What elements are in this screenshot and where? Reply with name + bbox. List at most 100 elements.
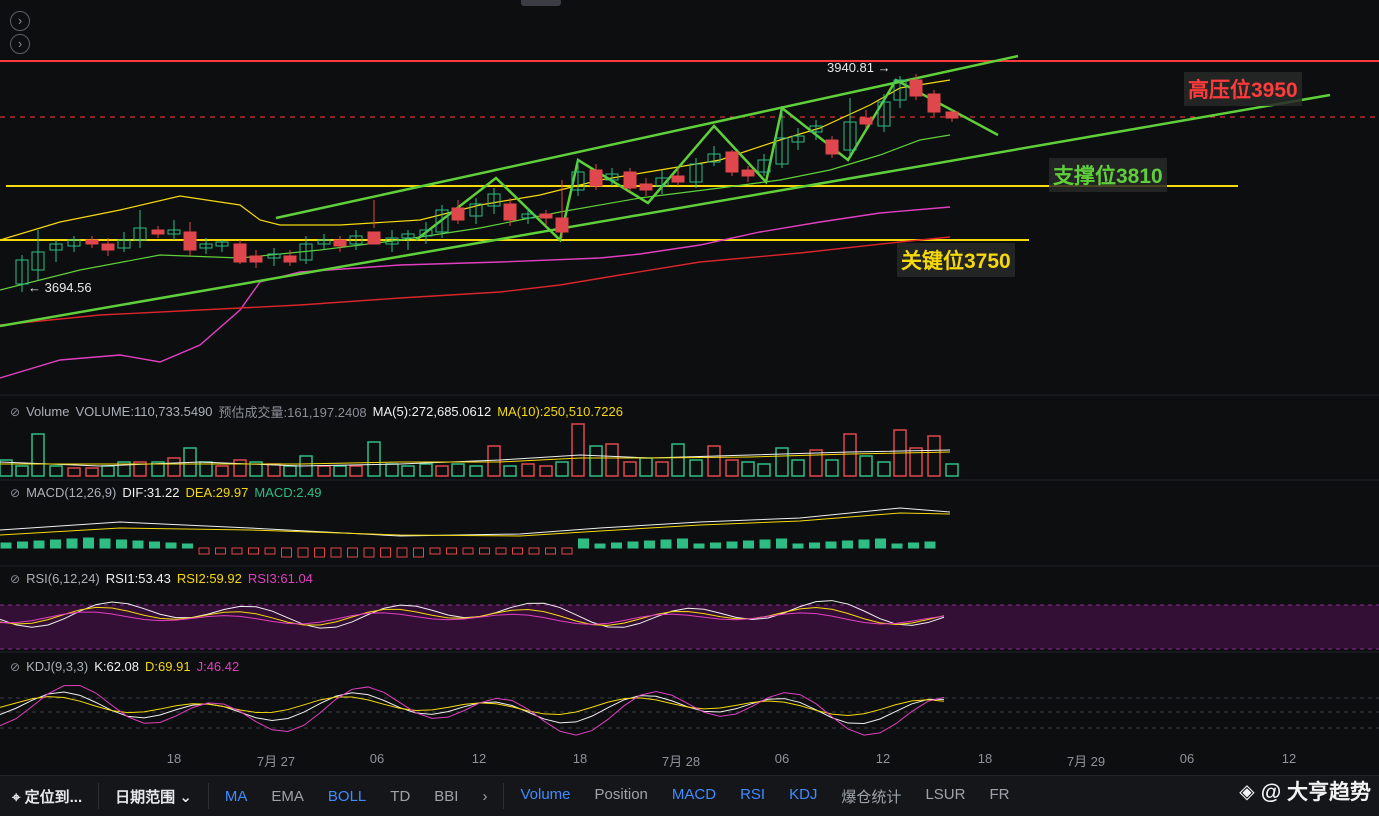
macd-bar	[446, 547, 457, 555]
time-tick: 18	[572, 751, 588, 766]
volume-bar	[333, 465, 347, 477]
macd-bar	[561, 547, 573, 555]
indicator-tab-3[interactable]: RSI	[728, 786, 777, 807]
macd-bar	[132, 540, 144, 549]
indicator-tab-2[interactable]: MACD	[660, 786, 728, 807]
volume-bar	[825, 459, 839, 477]
candle-body	[503, 203, 517, 221]
macd-bar	[215, 547, 226, 555]
volume-bar	[775, 447, 789, 477]
ma-long	[0, 236, 951, 326]
indicator-tabs: Volume Position MACD RSI KDJ 爆仓统计 LSUR FR	[508, 786, 1021, 807]
volume-bar	[671, 443, 685, 477]
locate-button[interactable]: ⌖ 定位到...	[0, 786, 94, 807]
indicator-tab-6[interactable]: LSUR	[913, 786, 977, 807]
macd-bar	[314, 547, 325, 558]
bell-icon[interactable]: ⊘	[10, 486, 20, 500]
macd-bar	[743, 540, 754, 549]
macd-dif	[0, 507, 951, 537]
candle-body	[85, 239, 99, 245]
volume-title: Volume	[26, 404, 70, 419]
macd-bar	[149, 541, 160, 549]
macd-bar	[347, 547, 358, 558]
volume-header: ⊘ Volume VOLUME:110,733.5490 预估成交量:161,1…	[10, 402, 623, 421]
volume-bar	[101, 465, 115, 477]
volume-bar	[451, 463, 465, 477]
volume-bar	[85, 467, 99, 477]
macd-bar	[594, 543, 606, 549]
macd-bar	[248, 547, 259, 555]
volume-bar	[809, 449, 823, 477]
macd-bar	[858, 539, 870, 549]
candle-body	[639, 183, 653, 191]
rsi-header: ⊘ RSI(6,12,24) RSI1:53.43 RSI2:59.92 RSI…	[10, 571, 313, 586]
indicator-tab-7[interactable]: FR	[977, 786, 1021, 807]
time-tick: 12	[875, 751, 891, 766]
volume-bar	[605, 443, 619, 477]
macd-bar	[875, 538, 886, 549]
macd-dea	[0, 512, 951, 537]
chevron-right-circle-icon[interactable]: ›	[10, 34, 30, 54]
time-tick: 12	[1281, 751, 1297, 766]
volume-bar	[215, 465, 229, 477]
volume-bar	[317, 465, 331, 477]
macd-bar	[99, 538, 111, 549]
macd-bar	[66, 538, 78, 549]
macd-bar	[842, 540, 853, 549]
overlay-tab-bbi[interactable]: BBI	[422, 788, 470, 805]
macd-bar	[33, 540, 45, 549]
high-price-label: 3940.81 →	[827, 60, 891, 75]
panel-drag-handle[interactable]	[521, 0, 561, 6]
zigzag-wave	[415, 78, 999, 243]
candle-body	[151, 229, 165, 235]
indicator-tab-1[interactable]: Position	[583, 786, 660, 807]
volume-bar	[945, 463, 959, 477]
time-tick: 7月 27	[256, 754, 296, 769]
kdj-d-line	[0, 696, 945, 717]
volume-bar	[725, 459, 739, 477]
chevron-right-icon[interactable]: ›	[470, 788, 499, 805]
macd-bar	[429, 547, 441, 555]
volume-bar	[877, 461, 891, 477]
chevron-right-circle-icon[interactable]: ›	[10, 11, 30, 31]
eye-icon[interactable]: ⊘	[10, 405, 20, 419]
time-tick: 06	[369, 751, 385, 766]
volume-bar	[555, 461, 569, 477]
macd-dea: DEA:29.97	[185, 485, 249, 500]
ma-mid	[0, 134, 951, 291]
volume-bar	[419, 463, 433, 477]
indicator-tab-0[interactable]: Volume	[508, 786, 582, 807]
overlay-tab-ma[interactable]: MA	[213, 788, 260, 805]
time-tick: 06	[774, 751, 790, 766]
boll-lower	[0, 206, 951, 379]
rsi-1: RSI1:53.43	[105, 571, 171, 586]
bell-icon[interactable]: ⊘	[10, 660, 20, 674]
candle-body	[589, 169, 603, 187]
time-tick: 7月 28	[661, 754, 701, 769]
candle-body	[741, 169, 755, 177]
time-tick: 7月 29	[1066, 754, 1106, 769]
overlay-tab-ema[interactable]: EMA	[259, 788, 316, 805]
macd-bar	[677, 538, 688, 549]
candle-body	[539, 213, 553, 219]
candle-body	[451, 207, 465, 221]
volume-bar	[385, 463, 399, 477]
rsi-title: RSI(6,12,24)	[26, 571, 100, 586]
candle-body	[623, 171, 637, 189]
volume-bar	[859, 455, 873, 477]
bell-icon[interactable]: ⊘	[10, 572, 20, 586]
candle-body	[367, 231, 381, 245]
macd-bar	[891, 543, 903, 549]
date-range-button[interactable]: 日期范围 ⌄	[103, 786, 204, 807]
volume-bar	[31, 433, 45, 477]
macd-bar	[413, 547, 424, 558]
volume-bar	[15, 465, 29, 477]
time-tick: 06	[1179, 751, 1195, 766]
volume-bar	[623, 461, 637, 477]
overlay-tab-boll[interactable]: BOLL	[316, 788, 378, 805]
macd-bar	[825, 541, 837, 549]
overlay-tab-td[interactable]: TD	[378, 788, 422, 805]
indicator-tab-5[interactable]: 爆仓统计	[829, 786, 913, 807]
indicator-tab-4[interactable]: KDJ	[777, 786, 829, 807]
candle-body	[825, 139, 839, 155]
